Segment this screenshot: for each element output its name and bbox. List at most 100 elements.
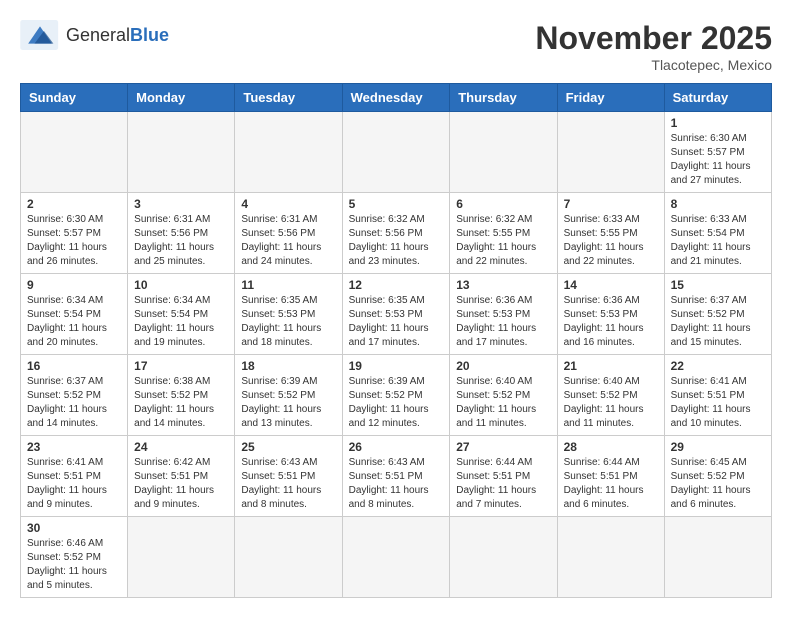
day-info: Sunrise: 6:37 AM Sunset: 5:52 PM Dayligh… [27,375,121,431]
day-number: 18 [241,359,335,373]
day-number: 7 [564,197,658,211]
day-number: 6 [456,197,550,211]
calendar-cell: 16 Sunrise: 6:37 AM Sunset: 5:52 PM Dayli… [21,355,128,436]
day-number: 1 [671,116,765,130]
calendar-cell: 11 Sunrise: 6:35 AM Sunset: 5:53 PM Dayli… [235,274,342,355]
day-number: 9 [27,278,121,292]
calendar-cell: 2 Sunrise: 6:30 AM Sunset: 5:57 PM Daylig… [21,193,128,274]
calendar-cell [128,517,235,598]
calendar-cell: 6 Sunrise: 6:32 AM Sunset: 5:55 PM Daylig… [450,193,557,274]
calendar-week-row: 30 Sunrise: 6:46 AM Sunset: 5:52 PM Dayli… [21,517,772,598]
day-number: 26 [349,440,444,454]
calendar-cell: 29Sunrise: 6:45 AM Sunset: 5:52 PM Dayli… [664,436,771,517]
weekday-header: Monday [128,84,235,112]
day-info: Sunrise: 6:30 AM Sunset: 5:57 PM Dayligh… [27,213,121,269]
day-info: Sunrise: 6:42 AM Sunset: 5:51 PM Dayligh… [134,456,228,512]
calendar-cell: 9 Sunrise: 6:34 AM Sunset: 5:54 PM Daylig… [21,274,128,355]
logo-icon [20,20,60,50]
day-number: 21 [564,359,658,373]
day-number: 3 [134,197,228,211]
weekday-header: Saturday [664,84,771,112]
calendar-cell: 27 Sunrise: 6:44 AM Sunset: 5:51 PM Dayli… [450,436,557,517]
calendar-week-row: 1Sunrise: 6:30 AM Sunset: 5:57 PM Daylig… [21,112,772,193]
calendar-cell: 3 Sunrise: 6:31 AM Sunset: 5:56 PM Daylig… [128,193,235,274]
calendar-table: SundayMondayTuesdayWednesdayThursdayFrid… [20,83,772,598]
day-info: Sunrise: 6:36 AM Sunset: 5:53 PM Dayligh… [564,294,658,350]
day-info: Sunrise: 6:44 AM Sunset: 5:51 PM Dayligh… [564,456,658,512]
day-info: Sunrise: 6:33 AM Sunset: 5:54 PM Dayligh… [671,213,765,269]
day-info: Sunrise: 6:31 AM Sunset: 5:56 PM Dayligh… [134,213,228,269]
calendar-cell: 26 Sunrise: 6:43 AM Sunset: 5:51 PM Dayli… [342,436,450,517]
day-info: Sunrise: 6:38 AM Sunset: 5:52 PM Dayligh… [134,375,228,431]
page-header: GeneralBlue November 2025 Tlacotepec, Me… [20,20,772,73]
day-info: Sunrise: 6:32 AM Sunset: 5:55 PM Dayligh… [456,213,550,269]
day-info: Sunrise: 6:35 AM Sunset: 5:53 PM Dayligh… [241,294,335,350]
day-info: Sunrise: 6:44 AM Sunset: 5:51 PM Dayligh… [456,456,550,512]
day-info: Sunrise: 6:41 AM Sunset: 5:51 PM Dayligh… [27,456,121,512]
day-info: Sunrise: 6:32 AM Sunset: 5:56 PM Dayligh… [349,213,444,269]
calendar-cell: 5Sunrise: 6:32 AM Sunset: 5:56 PM Daylig… [342,193,450,274]
calendar-cell [128,112,235,193]
day-number: 8 [671,197,765,211]
day-number: 17 [134,359,228,373]
day-info: Sunrise: 6:34 AM Sunset: 5:54 PM Dayligh… [134,294,228,350]
calendar-cell [557,112,664,193]
title-block: November 2025 Tlacotepec, Mexico [535,20,772,73]
weekday-header: Tuesday [235,84,342,112]
calendar-week-row: 16 Sunrise: 6:37 AM Sunset: 5:52 PM Dayli… [21,355,772,436]
day-number: 10 [134,278,228,292]
calendar-cell: 24 Sunrise: 6:42 AM Sunset: 5:51 PM Dayli… [128,436,235,517]
weekday-header: Friday [557,84,664,112]
calendar-cell: 21Sunrise: 6:40 AM Sunset: 5:52 PM Dayli… [557,355,664,436]
day-info: Sunrise: 6:39 AM Sunset: 5:52 PM Dayligh… [241,375,335,431]
calendar-cell: 25 Sunrise: 6:43 AM Sunset: 5:51 PM Dayli… [235,436,342,517]
weekday-header: Thursday [450,84,557,112]
calendar-cell: 1Sunrise: 6:30 AM Sunset: 5:57 PM Daylig… [664,112,771,193]
day-number: 11 [241,278,335,292]
day-info: Sunrise: 6:41 AM Sunset: 5:51 PM Dayligh… [671,375,765,431]
day-number: 2 [27,197,121,211]
day-info: Sunrise: 6:43 AM Sunset: 5:51 PM Dayligh… [241,456,335,512]
day-number: 24 [134,440,228,454]
calendar-cell: 19Sunrise: 6:39 AM Sunset: 5:52 PM Dayli… [342,355,450,436]
calendar-cell: 10 Sunrise: 6:34 AM Sunset: 5:54 PM Dayli… [128,274,235,355]
day-number: 27 [456,440,550,454]
day-info: Sunrise: 6:34 AM Sunset: 5:54 PM Dayligh… [27,294,121,350]
day-info: Sunrise: 6:43 AM Sunset: 5:51 PM Dayligh… [349,456,444,512]
month-title: November 2025 [535,20,772,57]
day-info: Sunrise: 6:45 AM Sunset: 5:52 PM Dayligh… [671,456,765,512]
calendar-cell: 18 Sunrise: 6:39 AM Sunset: 5:52 PM Dayli… [235,355,342,436]
day-number: 13 [456,278,550,292]
day-number: 22 [671,359,765,373]
calendar-week-row: 2 Sunrise: 6:30 AM Sunset: 5:57 PM Daylig… [21,193,772,274]
day-info: Sunrise: 6:33 AM Sunset: 5:55 PM Dayligh… [564,213,658,269]
calendar-header-row: SundayMondayTuesdayWednesdayThursdayFrid… [21,84,772,112]
day-info: Sunrise: 6:35 AM Sunset: 5:53 PM Dayligh… [349,294,444,350]
day-number: 16 [27,359,121,373]
calendar-cell: 23 Sunrise: 6:41 AM Sunset: 5:51 PM Dayli… [21,436,128,517]
calendar-cell: 15 Sunrise: 6:37 AM Sunset: 5:52 PM Dayli… [664,274,771,355]
calendar-cell: 20Sunrise: 6:40 AM Sunset: 5:52 PM Dayli… [450,355,557,436]
day-number: 28 [564,440,658,454]
day-info: Sunrise: 6:46 AM Sunset: 5:52 PM Dayligh… [27,537,121,593]
calendar-cell: 30 Sunrise: 6:46 AM Sunset: 5:52 PM Dayli… [21,517,128,598]
day-number: 30 [27,521,121,535]
calendar-cell: 17 Sunrise: 6:38 AM Sunset: 5:52 PM Dayli… [128,355,235,436]
calendar-cell: 22 Sunrise: 6:41 AM Sunset: 5:51 PM Dayli… [664,355,771,436]
day-number: 20 [456,359,550,373]
day-number: 15 [671,278,765,292]
calendar-cell [235,112,342,193]
day-info: Sunrise: 6:36 AM Sunset: 5:53 PM Dayligh… [456,294,550,350]
calendar-cell [664,517,771,598]
day-number: 12 [349,278,444,292]
calendar-week-row: 23 Sunrise: 6:41 AM Sunset: 5:51 PM Dayli… [21,436,772,517]
calendar-cell: 12 Sunrise: 6:35 AM Sunset: 5:53 PM Dayli… [342,274,450,355]
day-info: Sunrise: 6:39 AM Sunset: 5:52 PM Dayligh… [349,375,444,431]
day-number: 4 [241,197,335,211]
day-number: 23 [27,440,121,454]
day-number: 25 [241,440,335,454]
calendar-cell [21,112,128,193]
day-info: Sunrise: 6:37 AM Sunset: 5:52 PM Dayligh… [671,294,765,350]
calendar-cell [557,517,664,598]
weekday-header: Wednesday [342,84,450,112]
